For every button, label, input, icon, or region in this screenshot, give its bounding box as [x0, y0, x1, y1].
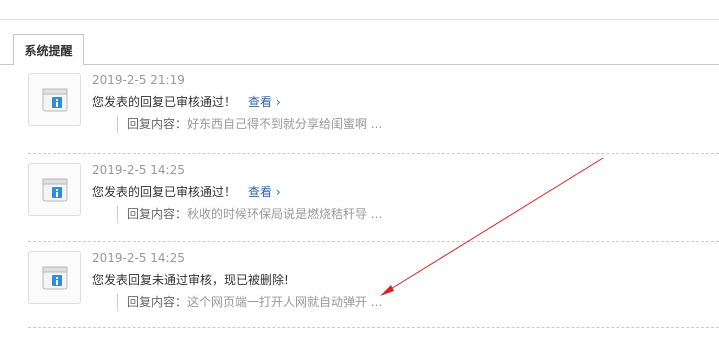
window-info-icon: [28, 163, 81, 216]
notification-page: 系统提醒 2019-2-5 21:19 您发表的回复已审核通过！ 查看 › 回复…: [0, 0, 719, 338]
reply-text: 好东西自己得不到就分享给闺蜜啊 ...: [187, 117, 383, 131]
item-separator: [28, 327, 719, 328]
reply-label: 回复内容：: [127, 117, 188, 131]
window-info-icon: [28, 73, 81, 126]
notification-time: 2019-2-5 14:25: [92, 163, 185, 177]
notification-message: 您发表的回复已审核通过！: [92, 185, 237, 199]
reply-label: 回复内容：: [127, 295, 188, 309]
window-info-icon: [28, 251, 81, 304]
reply-text: 秋收的时候环保局说是燃烧秸秆导 ...: [187, 207, 383, 221]
notification-time: 2019-2-5 21:19: [92, 73, 185, 87]
reply-content: 回复内容：这个网页端一打开人网就自动弹开 ...: [117, 294, 382, 311]
view-link[interactable]: 查看 ›: [248, 95, 281, 109]
notification-item: 2019-2-5 21:19 您发表的回复已审核通过！ 查看 › 回复内容：好东…: [28, 73, 719, 154]
item-separator: [28, 153, 719, 154]
tab-bar-baseline: [0, 64, 719, 65]
reply-text: 这个网页端一打开人网就自动弹开 ...: [187, 295, 383, 309]
item-separator: [28, 241, 719, 242]
notification-item: 2019-2-5 14:25 您发表回复未通过审核，现已被删除! 回复内容：这个…: [28, 251, 719, 328]
reply-content: 回复内容：好东西自己得不到就分享给闺蜜啊 ...: [117, 116, 382, 133]
reply-label: 回复内容：: [127, 207, 188, 221]
notification-item: 2019-2-5 14:25 您发表的回复已审核通过！ 查看 › 回复内容：秋收…: [28, 163, 719, 242]
notification-message: 您发表的回复已审核通过！: [92, 95, 237, 109]
notification-message: 您发表回复未通过审核，现已被删除!: [92, 273, 289, 287]
header-divider: [0, 19, 719, 20]
view-link[interactable]: 查看 ›: [248, 185, 281, 199]
reply-content: 回复内容：秋收的时候环保局说是燃烧秸秆导 ...: [117, 206, 382, 223]
notification-time: 2019-2-5 14:25: [92, 251, 185, 265]
tab-bar: 系统提醒: [0, 34, 719, 65]
tab-system-reminders[interactable]: 系统提醒: [13, 34, 84, 65]
